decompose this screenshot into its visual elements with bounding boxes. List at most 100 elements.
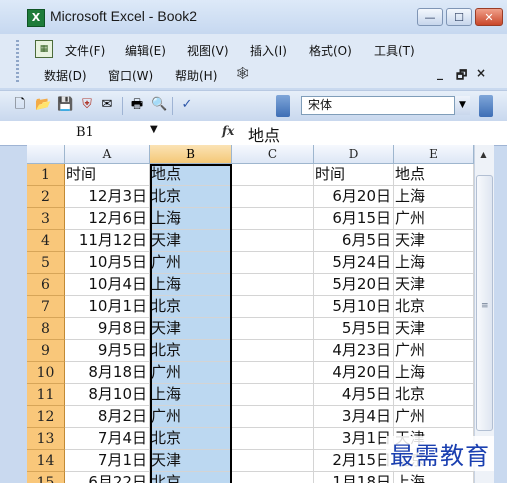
row-header[interactable]: 7 bbox=[27, 296, 65, 318]
menu-data[interactable]: 数据(D) bbox=[44, 67, 87, 84]
row-header[interactable]: 3 bbox=[27, 208, 65, 230]
cell-d10[interactable]: 4月20日 bbox=[314, 362, 394, 384]
minimize-button[interactable]: — bbox=[417, 8, 443, 26]
scroll-thumb[interactable]: ≡ bbox=[476, 175, 493, 431]
doc-minimize-button[interactable]: _ bbox=[437, 66, 443, 80]
cell-e8[interactable]: 天津 bbox=[394, 318, 474, 340]
cell-c10[interactable] bbox=[232, 362, 314, 384]
column-header-a[interactable]: A bbox=[65, 145, 150, 164]
menu-web-icon[interactable]: 🕸 bbox=[235, 66, 250, 80]
menu-file[interactable]: 文件(F) bbox=[65, 42, 105, 59]
cell-c4[interactable] bbox=[232, 230, 314, 252]
column-header-e[interactable]: E bbox=[394, 145, 474, 164]
cell-a14[interactable]: 7月1日 bbox=[65, 450, 150, 472]
maximize-button[interactable]: ☐ bbox=[446, 8, 472, 26]
cell-b15[interactable]: 北京 bbox=[150, 472, 232, 483]
cell-c11[interactable] bbox=[232, 384, 314, 406]
cell-b7[interactable]: 北京 bbox=[150, 296, 232, 318]
cell-d1[interactable]: 时间 bbox=[314, 164, 394, 186]
excel-app-icon[interactable]: X bbox=[27, 9, 45, 27]
menu-tools[interactable]: 工具(T) bbox=[374, 42, 415, 59]
cell-b3[interactable]: 上海 bbox=[150, 208, 232, 230]
menu-view[interactable]: 视图(V) bbox=[187, 42, 229, 59]
cell-d4[interactable]: 6月5日 bbox=[314, 230, 394, 252]
cell-e4[interactable]: 天津 bbox=[394, 230, 474, 252]
formula-input[interactable]: 地点 bbox=[248, 122, 280, 146]
cell-e1[interactable]: 地点 bbox=[394, 164, 474, 186]
cell-c6[interactable] bbox=[232, 274, 314, 296]
column-header-b[interactable]: B bbox=[150, 145, 232, 164]
print-preview-icon[interactable]: 🔍 bbox=[151, 97, 167, 113]
row-header[interactable]: 9 bbox=[27, 340, 65, 362]
cell-a6[interactable]: 10月4日 bbox=[65, 274, 150, 296]
spelling-icon[interactable]: ✓ bbox=[179, 97, 195, 113]
cell-d13[interactable]: 3月1日 bbox=[314, 428, 394, 450]
cell-a13[interactable]: 7月4日 bbox=[65, 428, 150, 450]
row-header[interactable]: 12 bbox=[27, 406, 65, 428]
row-header[interactable]: 2 bbox=[27, 186, 65, 208]
formatting-toolbar-options-button[interactable] bbox=[479, 95, 493, 117]
select-all-corner[interactable] bbox=[27, 145, 65, 164]
cell-e3[interactable]: 广州 bbox=[394, 208, 474, 230]
row-header[interactable]: 4 bbox=[27, 230, 65, 252]
permission-icon[interactable]: ⛨ bbox=[79, 97, 95, 113]
cell-c15[interactable] bbox=[232, 472, 314, 483]
cell-e7[interactable]: 北京 bbox=[394, 296, 474, 318]
cell-b11[interactable]: 上海 bbox=[150, 384, 232, 406]
cell-b9[interactable]: 北京 bbox=[150, 340, 232, 362]
cell-c3[interactable] bbox=[232, 208, 314, 230]
cell-e11[interactable]: 北京 bbox=[394, 384, 474, 406]
cell-d9[interactable]: 4月23日 bbox=[314, 340, 394, 362]
row-header[interactable]: 8 bbox=[27, 318, 65, 340]
cell-d7[interactable]: 5月10日 bbox=[314, 296, 394, 318]
cell-a8[interactable]: 9月8日 bbox=[65, 318, 150, 340]
scroll-up-icon[interactable]: ▲ bbox=[475, 147, 492, 163]
menu-window[interactable]: 窗口(W) bbox=[108, 67, 153, 84]
name-box-dropdown-icon[interactable]: ▼ bbox=[150, 124, 158, 135]
cell-c12[interactable] bbox=[232, 406, 314, 428]
cell-a4[interactable]: 11月12日 bbox=[65, 230, 150, 252]
vertical-scrollbar[interactable]: ▲ ≡ bbox=[474, 145, 494, 483]
worksheet-grid[interactable]: A B C D E 1 时间 地点 时间 地点 2 12月3日 北京 6月20日 上海 3 12月6日 上海 6月1… bbox=[27, 145, 492, 483]
cell-a11[interactable]: 8月10日 bbox=[65, 384, 150, 406]
row-header[interactable]: 6 bbox=[27, 274, 65, 296]
cell-c2[interactable] bbox=[232, 186, 314, 208]
cell-a12[interactable]: 8月2日 bbox=[65, 406, 150, 428]
open-icon[interactable]: 📂 bbox=[35, 97, 51, 113]
cell-c5[interactable] bbox=[232, 252, 314, 274]
cell-a2[interactable]: 12月3日 bbox=[65, 186, 150, 208]
cell-d12[interactable]: 3月4日 bbox=[314, 406, 394, 428]
menu-insert[interactable]: 插入(I) bbox=[250, 42, 287, 59]
save-icon[interactable]: 💾 bbox=[57, 97, 73, 113]
doc-restore-button[interactable]: 🗗 bbox=[456, 66, 467, 87]
row-header[interactable]: 1 bbox=[27, 164, 65, 186]
column-header-c[interactable]: C bbox=[232, 145, 314, 164]
cell-e15[interactable]: 上海 bbox=[394, 472, 474, 483]
cell-c14[interactable] bbox=[232, 450, 314, 472]
new-icon[interactable]: 🗋 bbox=[12, 97, 28, 113]
cell-e6[interactable]: 天津 bbox=[394, 274, 474, 296]
cell-c8[interactable] bbox=[232, 318, 314, 340]
toolbar-options-button[interactable] bbox=[276, 95, 290, 117]
cell-b1[interactable]: 地点 bbox=[150, 164, 232, 186]
menu-format[interactable]: 格式(O) bbox=[309, 42, 352, 59]
cell-b2[interactable]: 北京 bbox=[150, 186, 232, 208]
cell-e10[interactable]: 上海 bbox=[394, 362, 474, 384]
cell-d8[interactable]: 5月5日 bbox=[314, 318, 394, 340]
cell-b12[interactable]: 广州 bbox=[150, 406, 232, 428]
cell-c1[interactable] bbox=[232, 164, 314, 186]
cell-a9[interactable]: 9月5日 bbox=[65, 340, 150, 362]
email-icon[interactable]: ✉ bbox=[99, 97, 115, 113]
cell-b10[interactable]: 广州 bbox=[150, 362, 232, 384]
cell-d5[interactable]: 5月24日 bbox=[314, 252, 394, 274]
row-header[interactable]: 13 bbox=[27, 428, 65, 450]
cell-b14[interactable]: 天津 bbox=[150, 450, 232, 472]
row-header[interactable]: 10 bbox=[27, 362, 65, 384]
fx-icon[interactable]: fx bbox=[222, 124, 234, 138]
cell-e12[interactable]: 广州 bbox=[394, 406, 474, 428]
cell-a5[interactable]: 10月5日 bbox=[65, 252, 150, 274]
cell-d11[interactable]: 4月5日 bbox=[314, 384, 394, 406]
cell-a1[interactable]: 时间 bbox=[65, 164, 150, 186]
cell-a3[interactable]: 12月6日 bbox=[65, 208, 150, 230]
cell-a15[interactable]: 6月22日 bbox=[65, 472, 150, 483]
